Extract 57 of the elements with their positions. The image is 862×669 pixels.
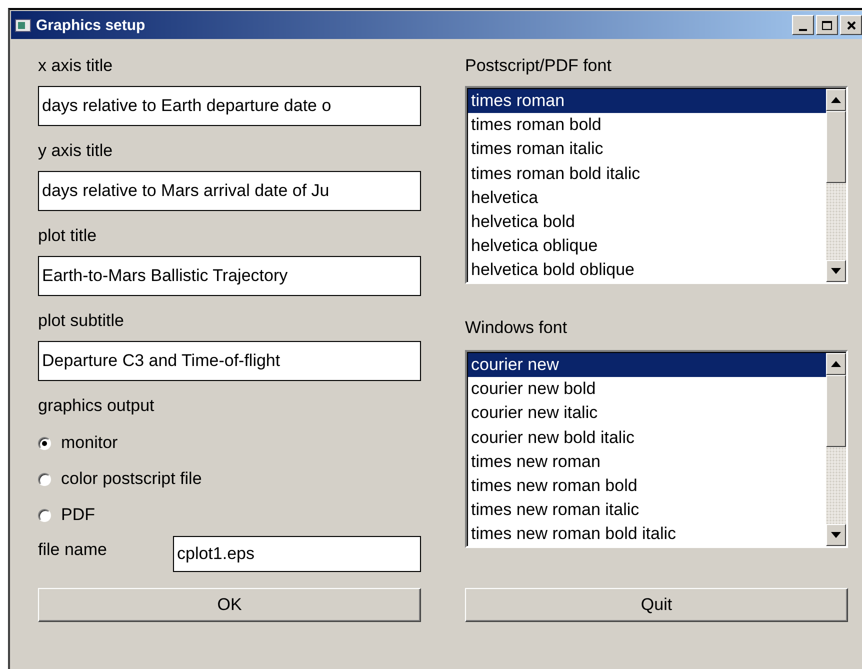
list-item[interactable]: courier new bold xyxy=(468,377,826,402)
scrollbar[interactable] xyxy=(826,89,846,282)
maximize-icon xyxy=(822,20,832,30)
list-item[interactable]: times roman bold xyxy=(468,113,826,138)
list-item[interactable]: times new roman bold italic xyxy=(468,522,826,546)
text-field[interactable]: Departure C3 and Time-of-flight xyxy=(38,341,421,381)
field-label: x axis title xyxy=(38,56,114,76)
text-field[interactable]: cplot1.eps xyxy=(173,536,421,572)
scroll-up-button[interactable] xyxy=(826,89,846,111)
scrollbar[interactable] xyxy=(826,353,846,546)
maximize-button[interactable] xyxy=(816,15,838,35)
scroll-down-button[interactable] xyxy=(826,524,846,546)
radio-button[interactable] xyxy=(38,472,51,486)
text-field[interactable]: days relative to Mars arrival date of Ju xyxy=(38,171,421,211)
field-label: file name xyxy=(38,540,108,560)
group-label: graphics output xyxy=(38,396,156,416)
list-item[interactable]: times new roman bold xyxy=(468,474,826,498)
list-label: Windows font xyxy=(465,318,568,338)
list-label: Postscript/PDF font xyxy=(465,56,612,76)
field-label: plot title xyxy=(38,226,98,246)
scroll-thumb[interactable] xyxy=(826,111,846,183)
list-item[interactable]: times new roman italic xyxy=(468,498,826,522)
list-item[interactable]: helvetica oblique xyxy=(468,234,826,258)
up-arrow-icon xyxy=(831,361,841,367)
list-item[interactable]: courier new italic xyxy=(468,401,826,426)
minimize-button[interactable] xyxy=(792,15,814,35)
list-item[interactable]: helvetica bold xyxy=(468,210,826,234)
scroll-up-button[interactable] xyxy=(826,353,846,375)
radio-button[interactable] xyxy=(38,508,51,522)
scroll-thumb[interactable] xyxy=(826,375,846,447)
list-item[interactable]: helvetica xyxy=(468,186,826,210)
close-button[interactable] xyxy=(840,15,862,35)
text-field[interactable]: days relative to Earth departure date o xyxy=(38,86,421,126)
list-item[interactable]: times roman italic xyxy=(468,137,826,162)
window-title: Graphics setup xyxy=(36,16,146,34)
radio-label: color postscript file xyxy=(61,469,202,489)
radio-label: PDF xyxy=(61,505,95,525)
list-item[interactable]: times new roman xyxy=(468,450,826,474)
up-arrow-icon xyxy=(831,97,841,103)
minimize-icon xyxy=(799,28,807,30)
ok-button[interactable]: OK xyxy=(38,588,421,622)
text-field[interactable]: Earth-to-Mars Ballistic Trajectory xyxy=(38,256,421,296)
field-label: y axis title xyxy=(38,141,114,161)
list-item[interactable]: courier new xyxy=(468,353,826,378)
list-item[interactable]: courier new bold italic xyxy=(468,426,826,450)
window-icon xyxy=(15,18,31,32)
list-item[interactable]: times roman bold italic xyxy=(468,162,826,186)
scroll-down-button[interactable] xyxy=(826,260,846,282)
quit-button[interactable]: Quit xyxy=(465,588,848,622)
radio-button[interactable] xyxy=(38,436,51,450)
list-item[interactable]: helvetica bold oblique xyxy=(468,258,826,282)
down-arrow-icon xyxy=(831,532,841,538)
field-label: plot subtitle xyxy=(38,311,125,331)
close-icon xyxy=(846,20,856,30)
down-arrow-icon xyxy=(831,268,841,274)
list-item[interactable]: times roman xyxy=(468,89,826,114)
radio-label: monitor xyxy=(61,433,118,453)
